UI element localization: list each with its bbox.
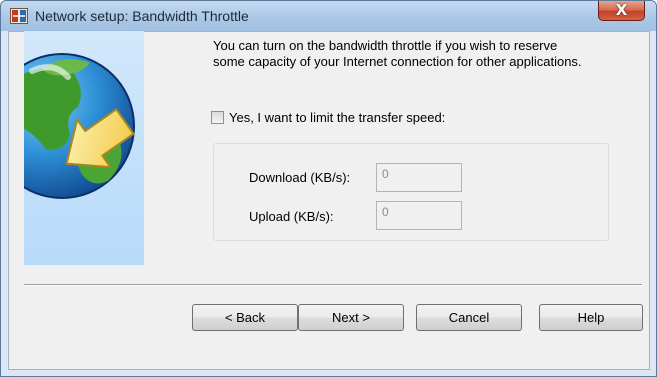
globe-with-arrow-illustration [24,53,135,199]
description-text: You can turn on the bandwidth throttle i… [213,38,582,70]
help-button[interactable]: Help [539,304,643,331]
download-speed-field[interactable]: 0 [376,163,462,192]
limit-speed-checkbox[interactable] [211,110,224,124]
next-button[interactable]: Next > [298,304,404,331]
limit-speed-label[interactable]: Yes, I want to limit the transfer speed: [229,110,445,125]
window-title: Network setup: Bandwidth Throttle [35,8,249,24]
dialog-window: Network setup: Bandwidth Throttle X You … [0,0,657,377]
side-illustration-panel [24,31,144,265]
network-setup-app-icon [10,8,28,24]
close-button[interactable]: X [598,1,645,21]
upload-label: Upload (KB/s): [249,209,334,224]
close-x-icon: X [615,1,628,19]
download-label: Download (KB/s): [249,170,351,185]
title-bar[interactable]: Network setup: Bandwidth Throttle X [1,1,656,31]
back-button[interactable]: < Back [192,304,298,331]
speed-limits-group: Download (KB/s): 0 Upload (KB/s): 0 [213,143,609,241]
description-line-1: You can turn on the bandwidth throttle i… [213,38,558,53]
button-separator [24,284,642,286]
description-line-2: some capacity of your Internet connectio… [213,54,582,69]
limit-speed-checkbox-row[interactable]: Yes, I want to limit the transfer speed: [211,108,445,126]
upload-speed-field[interactable]: 0 [376,201,462,230]
cancel-button[interactable]: Cancel [416,304,522,331]
